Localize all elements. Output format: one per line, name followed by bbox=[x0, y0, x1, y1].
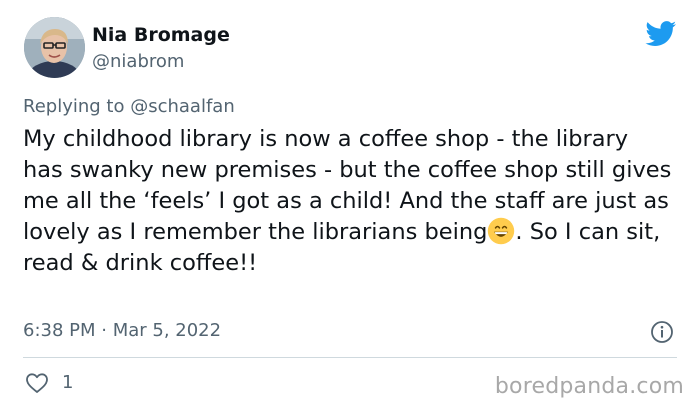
tweet-text: My childhood library is now a coffee sho… bbox=[23, 124, 673, 279]
heart-icon[interactable] bbox=[25, 372, 49, 394]
author-display-name[interactable]: Nia Bromage bbox=[92, 24, 230, 46]
info-icon[interactable] bbox=[650, 320, 674, 344]
like-count: 1 bbox=[62, 372, 74, 393]
tweet-timestamp[interactable]: 6:38 PM · Mar 5, 2022 bbox=[23, 320, 221, 341]
watermark: boredpanda.com bbox=[494, 374, 684, 399]
divider bbox=[23, 357, 677, 358]
grinning-face-emoji-icon bbox=[488, 217, 515, 245]
reply-context: Replying to @schaalfan bbox=[23, 96, 235, 117]
author-handle[interactable]: @niabrom bbox=[92, 51, 184, 72]
avatar-photo-icon bbox=[24, 17, 85, 78]
reply-mention-link[interactable]: @schaalfan bbox=[130, 96, 235, 117]
twitter-logo-svg bbox=[645, 21, 677, 46]
like-heart-svg bbox=[26, 373, 48, 393]
user-avatar[interactable] bbox=[24, 17, 85, 78]
info-icon-svg bbox=[651, 321, 673, 343]
twitter-bird-icon[interactable] bbox=[645, 21, 677, 47]
tweet-card: Nia Bromage @niabrom Replying to @schaal… bbox=[0, 0, 700, 410]
reply-prefix: Replying to bbox=[23, 96, 125, 117]
